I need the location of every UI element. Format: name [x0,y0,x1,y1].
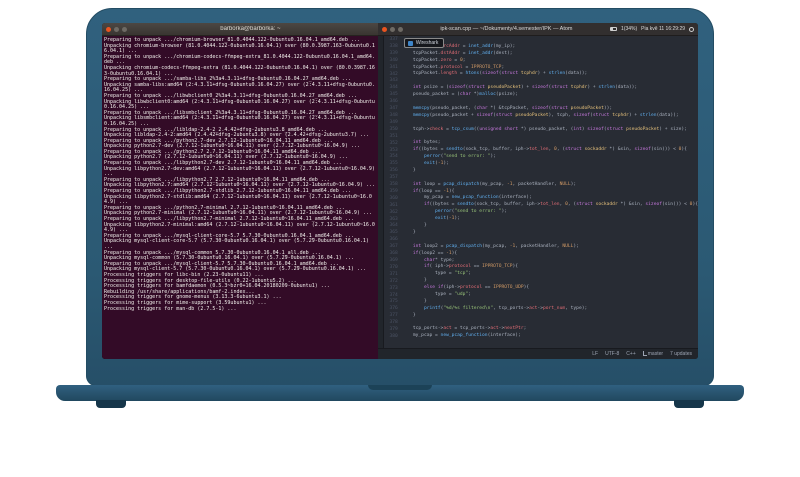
git-branch-icon [642,351,647,357]
line-number: 339 [389,50,398,56]
line-number: 358 [389,182,398,188]
code-line: } [401,229,416,235]
laptop-screen: barborka@barborka: ~ Preparing to unpack… [102,23,698,359]
line-number: 370 [389,264,398,270]
code-line: my_pcap = new_pcap_function(interface); [401,333,521,339]
terminal-window-controls [106,26,127,32]
terminal-output[interactable]: Preparing to unpack .../chromium-browser… [102,36,378,359]
laptop-hinge-notch [368,385,432,390]
line-number: 352 [389,140,398,146]
status-item[interactable]: master [642,351,663,357]
line-number: 371 [389,271,398,277]
terminal-titlebar[interactable]: barborka@barborka: ~ [102,23,378,36]
editor-statusbar: LF UTF-8 C++ master 7 updates [377,348,698,359]
line-number: 360 [389,195,398,201]
editor-body: 337 338 339 340 341 342 343 344 345 346 347 348 349 3… [377,36,698,348]
page-background: barborka@barborka: ~ Preparing to unpack… [0,0,800,477]
code-line: tcpPacket.zero = 0; [401,57,466,63]
editor-window: ipk-scan.cpp — ~/Dokumenty/4.semester/IP… [377,23,698,359]
wireshark-icon [407,40,413,46]
line-number: 369 [389,258,398,263]
terminal-minimize-button[interactable] [114,26,119,32]
code-line: int loop2 = pcap_dispatch(my_pcap, -1, p… [412,243,579,249]
editor-maximize-button[interactable] [397,26,403,32]
editor-close-button[interactable] [381,26,387,32]
line-number: 379 [389,327,398,333]
line-number: 338 [389,43,398,49]
laptop-foot-right [674,400,704,408]
terminal-line: Processing triggers for man-db (2.7.5-1)… [104,305,237,312]
code-line: } [401,223,427,229]
line-number: 368 [389,251,398,257]
session-menu-icon[interactable] [689,26,694,32]
terminal-close-button[interactable] [106,26,111,32]
line-number: 372 [389,278,398,284]
laptop-bezel: barborka@barborka: ~ Preparing to unpack… [86,8,714,386]
code-line: tcpPacket.length = htons(sizeof(struct t… [401,71,588,77]
code-line: exit(-1); [435,216,460,222]
code-line: } [401,167,416,173]
editor-title: ipk-scan.cpp — ~/Dokumenty/4.semester/IP… [440,26,573,32]
popup-label: Wireshark [415,40,439,46]
editor-minimize-button[interactable] [389,26,395,32]
line-number: 350 [389,126,398,132]
code-line: pseudo_packet = (char *)malloc(psize); [401,92,519,98]
terminal-window: barborka@barborka: ~ Preparing to unpack… [102,23,378,359]
status-item[interactable]: C++ [626,351,635,357]
code-line: } [401,312,416,318]
clock-indicator[interactable]: Pia kvě 11 16:29:29 [641,26,685,32]
code-line: memcpy(pseudo_packet + sizeof(struct pse… [412,112,679,118]
line-number: 341 [389,64,398,70]
line-number: 347 [389,106,398,112]
code-line: perror("send to error: "); [423,154,496,160]
code-line: tcpPacket.dstAddr = inet_addr(dest); [401,50,513,56]
battery-icon[interactable] [610,27,618,31]
code-lines[interactable]: tcpPacket.srcAddr = inet_addr(my_ip); tc… [400,36,698,348]
status-item[interactable]: UTF-8 [605,351,619,357]
code-line: int loop = pcap_dispatch(my_pcap, -1, pa… [412,181,577,187]
laptop-foot-left [96,400,126,408]
status-item[interactable]: LF [592,351,598,357]
code-line: if(loop2 == -1){ [412,250,458,256]
line-number: 337 [389,37,398,42]
line-number: 359 [389,188,398,194]
terminal-line: Unpacking mysql-client-core-5.7 (5.7.30-… [104,238,372,250]
line-number: 351 [389,133,398,139]
status-item[interactable]: 7 updates [670,351,692,357]
battery-indicator[interactable]: 1(34%) [621,26,637,32]
terminal-title: barborka@barborka: ~ [220,26,281,32]
line-number: 349 [389,119,398,125]
code-line: tcpPacket.srcAddr = inet_addr(my_ip); [413,43,516,49]
code-line: else if(iph->protocol == IPPROTO_UDP){ [423,285,530,291]
system-tray: 1(34%) Pia kvě 11 16:29:29 [610,26,694,32]
code-line: memcpy(pseudo_packet, (char *) &tcpPacke… [412,105,613,111]
line-number: 348 [389,112,398,118]
gutter: 337 338 339 340 341 342 343 344 345 346 347 348 349 3… [384,36,400,348]
line-number: 340 [389,57,398,63]
laptop-base [56,385,744,401]
wireshark-popup[interactable]: Wireshark [403,38,445,48]
code-line: printf("%d/%s filtered\n", tcp_ports->ac… [423,305,588,311]
code-line: exit(-1); [423,161,449,167]
code-line: type = "udp"; [401,291,471,297]
editor-titlebar[interactable]: ipk-scan.cpp — ~/Dokumenty/4.semester/IP… [377,23,698,36]
terminal-line: Unpacking libsmbclient:amd64 (2:4.3.11+d… [104,115,375,127]
editor-window-controls [381,26,403,32]
code-line: type = "tcp"; [401,271,471,277]
line-number: 362 [389,209,398,215]
line-number: 373 [389,285,398,291]
code-line: } [401,298,427,304]
line-number: 357 [389,175,398,181]
code-line: tcph->check = tcp_csum((unsigned short *… [401,126,687,132]
line-number: 361 [389,202,398,208]
line-number: 380 [389,333,398,339]
